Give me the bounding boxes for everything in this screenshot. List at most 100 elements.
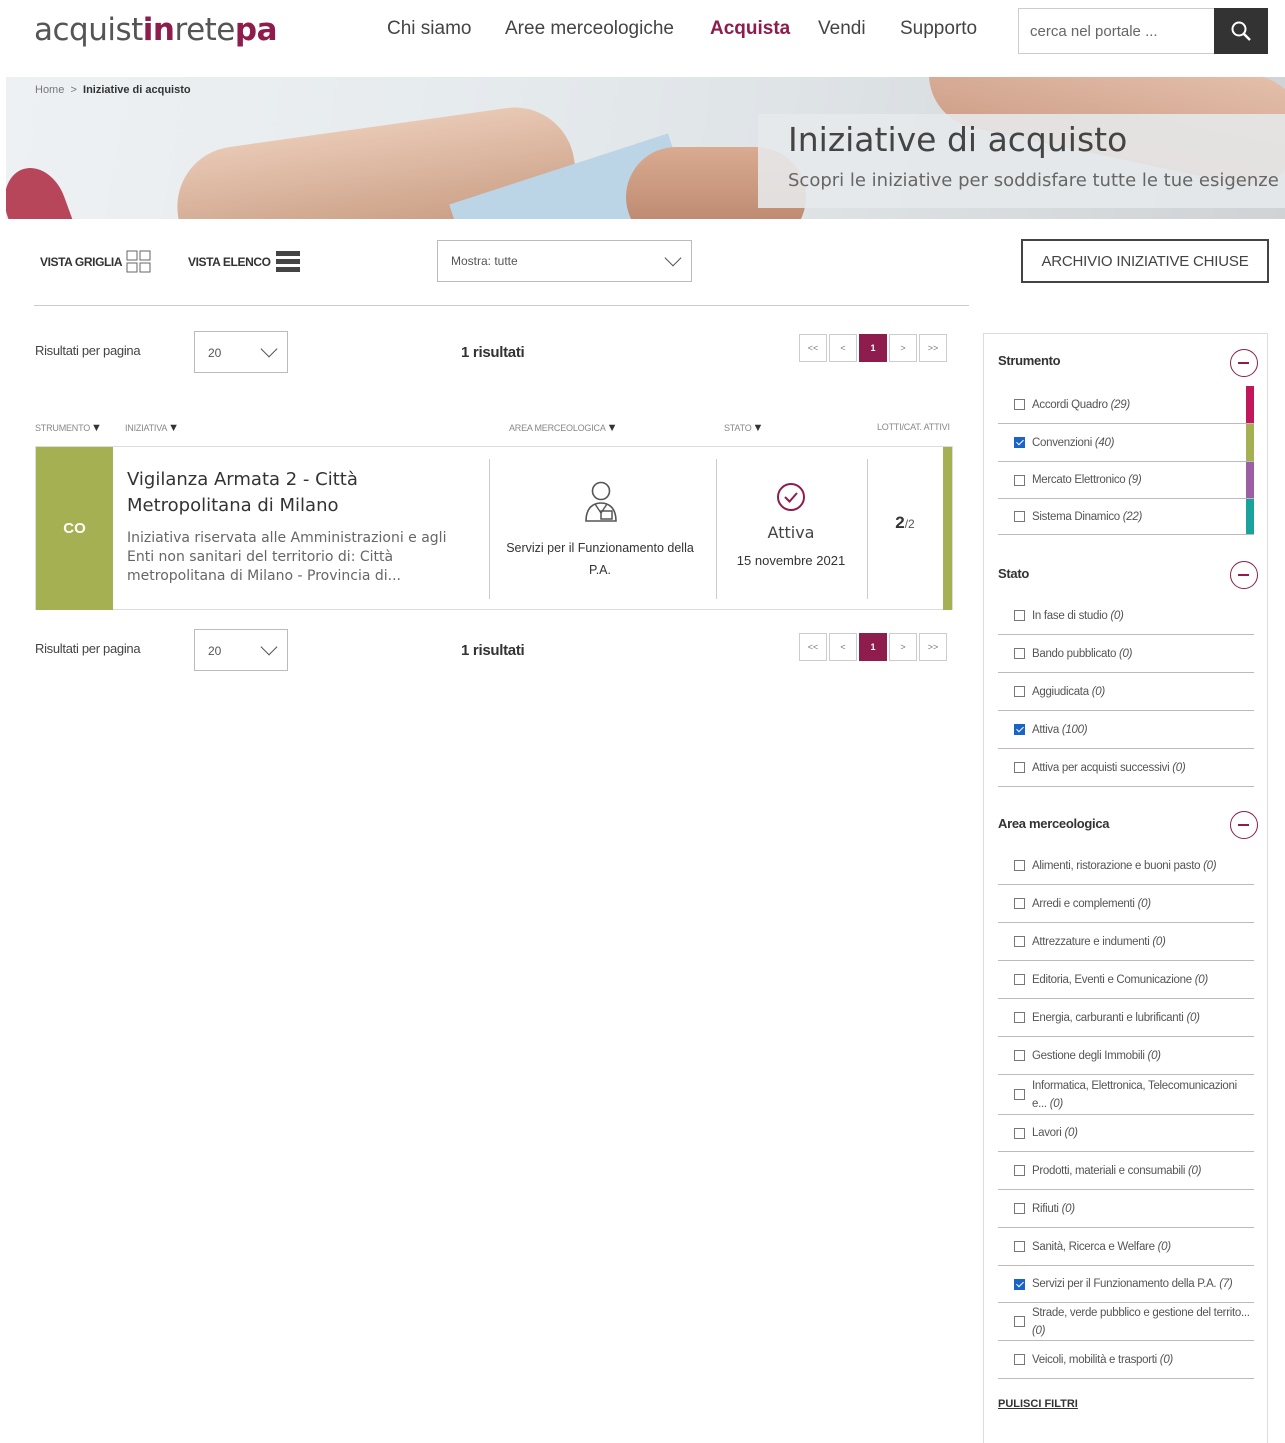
filter-option[interactable]: Veicoli, mobilità e trasporti (0)	[998, 1341, 1254, 1379]
checkbox[interactable]	[1014, 437, 1025, 448]
filter-option[interactable]: Sistema Dinamico (22)	[998, 499, 1254, 535]
show-filter-select[interactable]: Mostra: tutte	[437, 240, 692, 282]
page-first[interactable]: <<	[799, 633, 827, 661]
filter-option-label: Editoria, Eventi e Comunicazione (0)	[1032, 973, 1208, 986]
sort-icon: ▼	[168, 422, 179, 434]
page-1[interactable]: 1	[859, 334, 887, 362]
list-view-button[interactable]: VISTA ELENCO	[188, 250, 301, 274]
checkbox[interactable]	[1014, 898, 1025, 909]
filter-option[interactable]: Energia, carburanti e lubrificanti (0)	[998, 999, 1254, 1037]
filter-option[interactable]: Convenzioni (40)	[998, 424, 1254, 462]
checkbox[interactable]	[1014, 724, 1025, 735]
filter-option[interactable]: Accordi Quadro (29)	[998, 386, 1254, 424]
checkbox[interactable]	[1014, 1241, 1025, 1252]
nav-vendi[interactable]: Vendi	[818, 18, 866, 40]
filter-option-label: Energia, carburanti e lubrificanti (0)	[1032, 1011, 1200, 1024]
grid-icon	[126, 250, 151, 273]
page-prev[interactable]: <	[829, 334, 857, 362]
page-subtitle: Scopri le iniziative per soddisfare tutt…	[788, 170, 1279, 191]
initiative-description: Iniziativa riservata alle Amministrazion…	[127, 530, 447, 584]
checkbox[interactable]	[1014, 474, 1025, 486]
checkbox[interactable]	[1014, 686, 1025, 697]
grid-view-button[interactable]: VISTA GRIGLIA	[40, 250, 152, 274]
page-first[interactable]: <<	[799, 334, 827, 362]
site-logo[interactable]: acquistinretepa	[34, 10, 277, 50]
col-area[interactable]: AREA MERCEOLOGICA▼	[509, 422, 618, 434]
search-button[interactable]	[1214, 8, 1268, 54]
filter-section-stato: Stato	[998, 566, 1030, 581]
filter-option[interactable]: Gestione degli Immobili (0)	[998, 1037, 1254, 1075]
filter-option[interactable]: Rifiuti (0)	[998, 1190, 1254, 1228]
checkbox[interactable]	[1014, 936, 1025, 947]
collapse-strumento-icon[interactable]	[1230, 349, 1258, 377]
page-1[interactable]: 1	[859, 633, 887, 661]
page-last[interactable]: >>	[919, 334, 947, 362]
checkbox[interactable]	[1014, 974, 1025, 985]
col-stato[interactable]: STATO▼	[724, 422, 763, 434]
area-merceologica: Servizi per il Funzionamento della P.A.	[506, 541, 694, 577]
search-input[interactable]	[1019, 9, 1215, 53]
chevron-down-icon	[664, 249, 682, 267]
strumento-badge: CO	[36, 447, 113, 610]
breadcrumb-home[interactable]: Home	[35, 84, 64, 96]
filter-option[interactable]: Attrezzature e indumenti (0)	[998, 923, 1254, 961]
col-iniziativa[interactable]: INIZIATIVA▼	[125, 422, 179, 434]
filter-option[interactable]: Lavori (0)	[998, 1115, 1254, 1152]
checkbox[interactable]	[1014, 1127, 1025, 1139]
nav-acquista[interactable]: Acquista	[710, 18, 790, 40]
filter-option-label: Sistema Dinamico (22)	[1032, 510, 1143, 523]
checkbox[interactable]	[1014, 762, 1025, 773]
page-last[interactable]: >>	[919, 633, 947, 661]
filter-option[interactable]: Mercato Elettronico (9)	[998, 462, 1254, 499]
filter-option[interactable]: Attiva per acquisti successivi (0)	[998, 749, 1254, 787]
closed-initiatives-archive-button[interactable]: ARCHIVIO INIZIATIVE CHIUSE	[1021, 239, 1269, 283]
filter-option[interactable]: Bando pubblicato (0)	[998, 635, 1254, 673]
checkbox[interactable]	[1014, 860, 1025, 871]
nav-aree-merceologiche[interactable]: Aree merceologiche	[505, 18, 674, 40]
checkbox[interactable]	[1014, 1089, 1025, 1100]
filter-option[interactable]: Editoria, Eventi e Comunicazione (0)	[998, 961, 1254, 999]
filter-option[interactable]: Strade, verde pubblico e gestione del te…	[998, 1303, 1254, 1341]
checkbox[interactable]	[1014, 1354, 1025, 1365]
filter-option[interactable]: Prodotti, materiali e consumabili (0)	[998, 1152, 1254, 1190]
clear-filters-link[interactable]: PULISCI FILTRI	[998, 1398, 1078, 1410]
hero-banner: Home > Iniziative di acquisto Iniziative…	[6, 77, 1285, 219]
col-lotti: LOTTI/CAT. ATTIVI	[877, 422, 950, 432]
checkbox[interactable]	[1014, 610, 1025, 621]
filter-option-label: Arredi e complementi (0)	[1032, 897, 1151, 910]
collapse-area-icon[interactable]	[1230, 811, 1258, 839]
filter-option[interactable]: Sanità, Ricerca e Welfare (0)	[998, 1228, 1254, 1266]
filter-option[interactable]: Informatica, Elettronica, Telecomunicazi…	[998, 1075, 1254, 1115]
checkbox[interactable]	[1014, 1012, 1025, 1023]
list-icon	[275, 251, 300, 272]
initiative-title[interactable]: Vigilanza Armata 2 - Città Metropolitana…	[127, 467, 467, 519]
page-next[interactable]: >	[889, 334, 917, 362]
results-count: 1 risultati	[461, 344, 525, 361]
page-prev[interactable]: <	[829, 633, 857, 661]
col-strumento[interactable]: STRUMENTO▼	[35, 422, 102, 434]
chevron-down-icon	[260, 340, 278, 358]
checkbox[interactable]	[1014, 1050, 1025, 1061]
checkbox[interactable]	[1014, 648, 1025, 659]
nav-chi-siamo[interactable]: Chi siamo	[387, 18, 471, 40]
checkbox[interactable]	[1014, 1165, 1025, 1176]
checkbox[interactable]	[1014, 1278, 1025, 1290]
filter-option-label: Alimenti, ristorazione e buoni pasto (0)	[1032, 859, 1217, 872]
checkbox[interactable]	[1014, 1316, 1025, 1327]
filter-option[interactable]: Aggiudicata (0)	[998, 673, 1254, 711]
results-per-page-select[interactable]: 20	[194, 629, 288, 671]
page-next[interactable]: >	[889, 633, 917, 661]
collapse-stato-icon[interactable]	[1230, 561, 1258, 589]
filter-option[interactable]: Servizi per il Funzionamento della P.A. …	[998, 1266, 1254, 1303]
filter-option[interactable]: Alimenti, ristorazione e buoni pasto (0)	[998, 847, 1254, 885]
filter-option[interactable]: Attiva (100)	[998, 711, 1254, 749]
pagination: << < 1 > >>	[799, 334, 947, 362]
results-per-page-select[interactable]: 20	[194, 331, 288, 373]
filter-option[interactable]: Arredi e complementi (0)	[998, 885, 1254, 923]
nav-supporto[interactable]: Supporto	[900, 18, 977, 40]
table-row[interactable]: CO Vigilanza Armata 2 - Città Metropolit…	[35, 446, 953, 610]
checkbox[interactable]	[1014, 1203, 1025, 1214]
filter-option[interactable]: In fase di studio (0)	[998, 597, 1254, 635]
checkbox[interactable]	[1014, 511, 1025, 522]
checkbox[interactable]	[1014, 399, 1025, 410]
